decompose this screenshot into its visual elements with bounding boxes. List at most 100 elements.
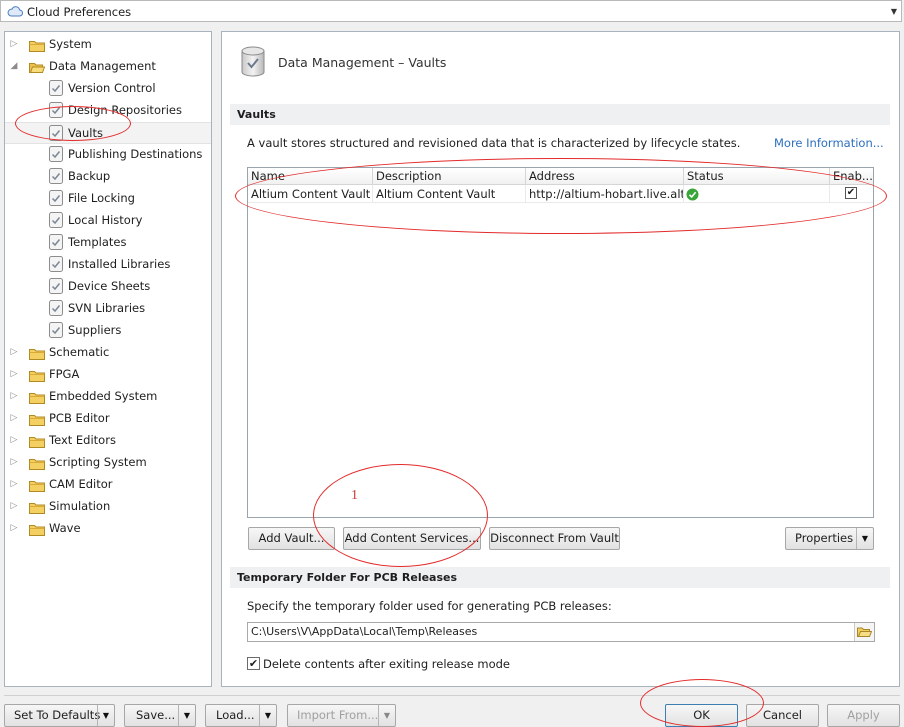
tree-item-simulation[interactable]: ▷ Simulation [5,496,211,516]
folder-icon [29,346,45,360]
expand-arrow-open-icon[interactable]: ◢ [9,56,19,76]
load-button[interactable]: Load... ▼ [205,704,277,727]
tree-item-fpga[interactable]: ▷ FPGA [5,364,211,384]
import-from-label: Import From... [297,708,379,722]
tree-item-templates[interactable]: Templates [5,232,211,252]
tree-item-pcb-editor[interactable]: ▷ PCB Editor [5,408,211,428]
chevron-down-icon[interactable]: ▼ [97,705,114,726]
expand-arrow-icon[interactable]: ▷ [9,342,19,362]
tree-item-version-control[interactable]: Version Control [5,78,211,98]
tree-item-svn-libraries[interactable]: SVN Libraries [5,298,211,318]
footer-divider [4,695,900,696]
set-to-defaults-button[interactable]: Set To Defaults ▼ [4,704,115,727]
import-from-button[interactable]: Import From... ▼ [287,704,396,727]
delete-contents-label: Delete contents after exiting release mo… [263,657,511,671]
annotation-ellipse-vaults [15,106,131,141]
folder-icon [29,412,45,426]
tree-item-label: SVN Libraries [68,301,146,315]
apply-button[interactable]: Apply [827,704,900,727]
cancel-label: Cancel [763,708,802,722]
vaults-description: A vault stores structured and revisioned… [247,136,741,150]
tree-item-label: Templates [68,235,127,249]
tree-item-label: FPGA [49,367,80,381]
browse-folder-button[interactable] [854,623,874,641]
disconnect-from-vault-button[interactable]: Disconnect From Vault [489,527,620,550]
chevron-down-icon[interactable]: ▼ [178,705,195,726]
folder-open-icon [857,627,872,637]
cloud-icon [7,5,23,20]
tree-item-cam-editor[interactable]: ▷ CAM Editor [5,474,211,494]
properties-button[interactable]: Properties ▼ [785,527,874,550]
folder-icon [29,522,45,536]
tree-item-label: Version Control [68,81,156,95]
settings-page-icon [49,322,63,338]
settings-page-icon [49,168,63,184]
expand-arrow-icon[interactable]: ▷ [9,364,19,384]
tree-item-label: Publishing Destinations [68,147,203,161]
folder-open-icon [29,60,46,73]
tree-item-publishing-destinations[interactable]: Publishing Destinations [5,144,211,164]
delete-contents-checkbox[interactable]: ✔ [247,657,260,670]
folder-icon [29,456,45,470]
save-button[interactable]: Save... ▼ [124,704,196,727]
expand-arrow-icon[interactable]: ▷ [9,386,19,406]
vault-database-icon [240,46,266,81]
tree-item-data-management[interactable]: ◢ Data Management [5,56,211,76]
set-to-defaults-label: Set To Defaults [14,708,101,722]
tree-item-label: PCB Editor [49,411,110,425]
chevron-down-icon[interactable]: ▼ [259,705,276,726]
tree-item-label: Backup [68,169,111,183]
expand-arrow-icon[interactable]: ▷ [9,518,19,538]
tree-item-label: Text Editors [49,433,116,447]
tree-item-text-editors[interactable]: ▷ Text Editors [5,430,211,450]
settings-page-icon [49,80,63,96]
expand-arrow-icon[interactable]: ▷ [9,408,19,428]
temp-folder-path-value: C:\Users\V\AppData\Local\Temp\Releases [251,625,478,638]
expand-arrow-icon[interactable]: ▷ [9,34,19,54]
folder-icon [29,368,45,382]
chevron-down-icon[interactable]: ▼ [891,7,897,16]
tree-item-system[interactable]: ▷ System [5,34,211,54]
tree-item-backup[interactable]: Backup [5,166,211,186]
tree-item-installed-libraries[interactable]: Installed Libraries [5,254,211,274]
tree-item-device-sheets[interactable]: Device Sheets [5,276,211,296]
temp-folder-section-header: Temporary Folder For PCB Releases [230,567,890,588]
folder-icon [29,390,45,404]
window-title-combo[interactable]: Cloud Preferences ▼ [0,0,902,22]
tree-item-label: File Locking [68,191,135,205]
expand-arrow-icon[interactable]: ▷ [9,474,19,494]
tree-item-label: Data Management [49,59,156,73]
expand-arrow-icon[interactable]: ▷ [9,496,19,516]
tree-item-embedded-system[interactable]: ▷ Embedded System [5,386,211,406]
chevron-down-icon[interactable]: ▼ [378,705,395,726]
add-vault-label: Add Vault... [258,531,325,545]
load-label: Load... [216,708,255,722]
tree-item-schematic[interactable]: ▷ Schematic [5,342,211,362]
expand-arrow-icon[interactable]: ▷ [9,430,19,450]
tree-item-file-locking[interactable]: File Locking [5,188,211,208]
tree-item-wave[interactable]: ▷ Wave [5,518,211,538]
tree-item-label: System [49,37,92,51]
settings-page-icon [49,146,63,162]
expand-arrow-icon[interactable]: ▷ [9,452,19,472]
folder-icon [29,434,45,448]
chevron-down-icon[interactable]: ▼ [856,528,873,549]
tree-item-label: Embedded System [49,389,158,403]
annotation-ellipse-ok [640,679,764,727]
settings-page-icon [49,300,63,316]
save-label: Save... [136,708,176,722]
disconnect-label: Disconnect From Vault [490,531,619,545]
tree-item-label: Wave [49,521,81,535]
temp-folder-description: Specify the temporary folder used for ge… [247,599,612,613]
folder-icon [29,500,45,514]
temp-folder-path-input[interactable]: C:\Users\V\AppData\Local\Temp\Releases [247,622,875,642]
tree-item-local-history[interactable]: Local History [5,210,211,230]
settings-page-icon [49,278,63,294]
tree-item-label: Local History [68,213,143,227]
more-information-link[interactable]: More Information... [774,136,884,150]
tree-item-suppliers[interactable]: Suppliers [5,320,211,340]
apply-label: Apply [847,708,880,722]
tree-item-scripting-system[interactable]: ▷ Scripting System [5,452,211,472]
tree-item-label: Scripting System [49,455,147,469]
tree-item-label: CAM Editor [49,477,113,491]
